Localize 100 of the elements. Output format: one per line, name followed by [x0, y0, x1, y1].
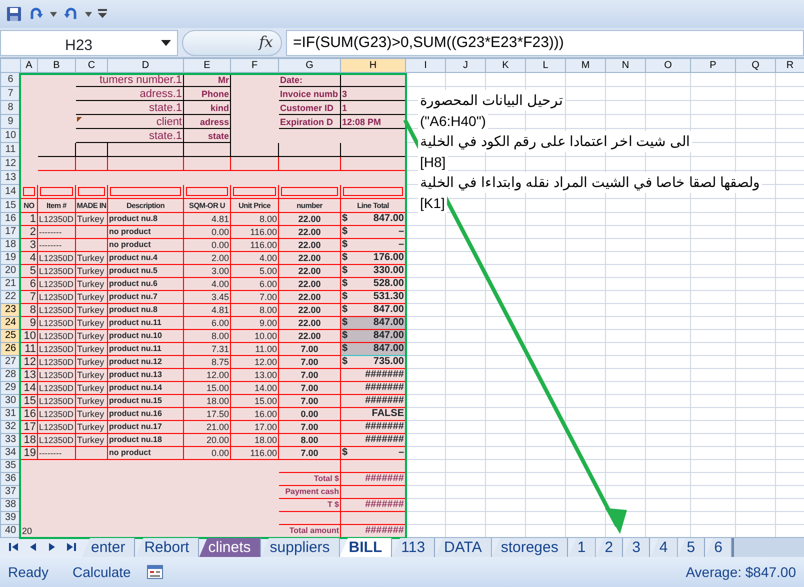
sheet-cell: L12350D — [38, 212, 76, 226]
sheet-tab[interactable]: 113 — [392, 538, 436, 557]
cell-value: 847.00 — [373, 305, 404, 315]
sheet-cell: 3.45 — [184, 290, 230, 304]
sheet-cell: 8.00 — [184, 330, 230, 342]
column-header[interactable]: I — [406, 58, 446, 72]
sheet-cell: 0.00 — [184, 446, 230, 460]
horizontal-scrollbar[interactable] — [732, 538, 804, 557]
sheet-tab[interactable]: 1 — [568, 538, 596, 557]
sheet-cell: 17.00 — [230, 420, 278, 434]
redo-icon[interactable] — [28, 6, 44, 22]
name-box[interactable]: H23 — [0, 30, 178, 56]
sheet-tab[interactable]: suppliers — [260, 538, 340, 557]
sheet-cell: product nu.15 — [108, 394, 184, 408]
cell-value: – — [398, 448, 404, 458]
sheet-cell: 7.00 — [230, 290, 278, 304]
column-header[interactable]: C — [76, 58, 108, 72]
customize-icon[interactable] — [98, 9, 107, 19]
sheet-cell: L12350D — [38, 394, 76, 408]
column-header[interactable]: E — [184, 58, 230, 72]
sheet-cell: product nu.7 — [108, 290, 184, 304]
sheet-cell: 0.00 — [184, 238, 230, 252]
sheet-cell: 0.00 — [184, 226, 230, 238]
sheet-cell: 17.50 — [184, 408, 230, 420]
sheet-cell: 116.00 — [230, 226, 278, 238]
cell-value: ####### — [365, 369, 404, 380]
sheet-cell: 8.00 — [230, 304, 278, 316]
column-header[interactable]: O — [646, 58, 690, 72]
sheet-cell: L12350D — [38, 356, 76, 368]
cell-value: 528.00 — [373, 279, 404, 289]
sheet-cell: Payment cash — [278, 486, 340, 498]
sheet-cell: adress — [184, 114, 230, 128]
cell-value: 847.00 — [373, 344, 404, 354]
sheet-cell: -------- — [38, 238, 76, 252]
column-header[interactable]: B — [38, 58, 76, 72]
column-header[interactable]: K — [486, 58, 526, 72]
cell-text: client — [156, 116, 182, 128]
sheet-tab[interactable]: Rebort — [135, 538, 200, 557]
column-header[interactable]: L — [526, 58, 566, 72]
sheet-cell: kind — [184, 100, 230, 114]
sheet-cell: product nu.11 — [108, 342, 184, 356]
cell-value: 847.00 — [373, 318, 404, 328]
cell-value: ####### — [365, 395, 404, 406]
sheet-cell: 4.00 — [230, 252, 278, 264]
sheet-tab[interactable]: 5 — [678, 538, 706, 557]
sheet-cell: L12350D — [38, 368, 76, 382]
sheet-cell: 22.00 — [278, 264, 340, 278]
column-header[interactable]: H — [340, 58, 406, 72]
cell-value: FALSE — [372, 408, 404, 419]
sheet-tab[interactable]: BILL — [340, 538, 392, 557]
sheet-cell: product nu.12 — [108, 356, 184, 368]
sheet-tab[interactable]: enter — [82, 538, 136, 557]
caret-icon[interactable] — [161, 40, 171, 46]
sheet-cell: 14.00 — [230, 382, 278, 394]
sheet-cell: state — [184, 128, 230, 142]
sheet-cell: 12.00 — [230, 356, 278, 368]
macro-record-icon[interactable] — [146, 565, 163, 579]
sheet-tab[interactable]: DATA — [435, 538, 492, 557]
column-header[interactable]: M — [566, 58, 606, 72]
sheet-tab[interactable]: storeges — [492, 538, 568, 557]
formula-field[interactable]: =IF(SUM(G23)>0,SUM((G23*E23*F23))) — [286, 30, 804, 56]
sheet-cell: T $ — [278, 498, 340, 512]
column-header[interactable]: Q — [736, 58, 776, 72]
sheet-cell: 13.00 — [230, 368, 278, 382]
sheet-cell: 7.00 — [278, 356, 340, 368]
cell-value: 330.00 — [373, 266, 404, 276]
sheet-tab[interactable]: 6 — [705, 538, 732, 557]
cell-value: ####### — [365, 421, 404, 432]
sheet-cell: product nu.6 — [108, 278, 184, 290]
insert-function-button[interactable]: fx — [258, 31, 273, 54]
right-arrow-icon — [46, 542, 56, 552]
sheet-cell: 7.00 — [278, 382, 340, 394]
sheet-cell: 16.00 — [230, 408, 278, 420]
sheet-cell: product nu.13 — [108, 368, 184, 382]
sheet-cell: 11.00 — [230, 342, 278, 356]
sheet-tab[interactable]: 4 — [650, 538, 678, 557]
cell-text: state.1 — [148, 130, 182, 142]
cell-value: ####### — [365, 382, 404, 393]
sheet-tab[interactable]: 2 — [596, 538, 624, 557]
undo-icon[interactable] — [63, 6, 79, 22]
column-header[interactable]: P — [690, 58, 736, 72]
note-text: [K1] — [418, 192, 447, 213]
status-text: Ready — [8, 562, 48, 582]
sheet-tab[interactable]: clinets — [199, 538, 261, 557]
column-header[interactable]: A — [20, 58, 38, 72]
cell-value: – — [398, 227, 404, 237]
sheet-cell: L12350D — [38, 434, 76, 446]
column-header[interactable]: N — [606, 58, 646, 72]
sheet-cell: 116.00 — [230, 446, 278, 460]
save-icon[interactable] — [6, 6, 22, 22]
sheet-tab[interactable]: 3 — [623, 538, 650, 557]
sheet-cell: 7.31 — [184, 342, 230, 356]
sheet-cell: product nu.5 — [108, 264, 184, 278]
column-header[interactable]: J — [446, 58, 486, 72]
sheet-cell: no product — [108, 238, 184, 252]
column-header[interactable]: D — [108, 58, 184, 72]
sheet-cell: 7.00 — [278, 420, 340, 434]
column-header[interactable]: F — [230, 58, 278, 72]
column-header[interactable]: G — [278, 58, 340, 72]
column-header[interactable]: R — [776, 58, 804, 72]
